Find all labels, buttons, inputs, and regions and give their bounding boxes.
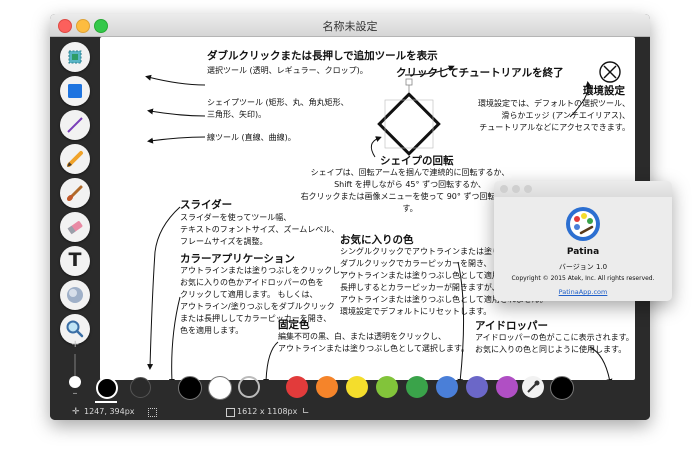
text-icon: T [68, 249, 82, 271]
select-icon [68, 50, 82, 64]
crosshair-icon: ✛ [72, 407, 80, 417]
slider-plus-icon[interactable]: + [71, 339, 79, 350]
canvas-size: 1612 x 1108px [237, 407, 298, 416]
fixed-transparent-swatch[interactable] [238, 376, 260, 398]
favorite-yellow-swatch[interactable] [346, 376, 368, 398]
eyedropper-heading: アイドロッパー [475, 320, 548, 332]
color-application-heading: カラーアプリケーション [180, 253, 295, 265]
line-icon [67, 117, 83, 133]
slider-description: スライダーを使ってツール幅、 テキストのフォントサイズ、ズームレベル、 フレーム… [180, 213, 340, 246]
brush-tool-button[interactable] [60, 178, 90, 208]
about-title-bar [494, 181, 672, 197]
eyedropper-button[interactable] [522, 376, 544, 398]
eyedropper-description: アイドロッパーの色がここに表示されます。 お気に入りの色と同じように使用します。 [475, 333, 634, 354]
cursor-position: 1247, 394px [84, 407, 135, 416]
rotate-description: シェイプは、回転アームを掴んで連続的に回転するか、 Shift を押しながら 4… [300, 168, 520, 213]
size-slider-knob[interactable] [69, 376, 81, 388]
select-tool-description: 選択ツール (透明、レギュラー、クロップ)。 [207, 66, 368, 75]
eyedropper-color-swatch[interactable] [550, 376, 574, 400]
slider-minus-icon[interactable]: – [71, 388, 79, 399]
about-minimize-button[interactable] [512, 185, 520, 193]
fixed-colors-heading: 固定色 [278, 319, 310, 331]
fixed-colors-description: 編集不可の黒、白、または透明をクリックし、 アウトラインまたは塗りつぶし色として… [278, 332, 470, 353]
favorite-green-swatch[interactable] [406, 376, 428, 398]
favorite-blue-swatch[interactable] [436, 376, 458, 398]
line-tool-description: 線ツール (直線、曲線)。 [207, 133, 296, 142]
about-close-button[interactable] [500, 185, 508, 193]
outline-selected-indicator [95, 401, 117, 403]
size-slider-track[interactable] [74, 354, 76, 376]
fixed-white-swatch[interactable] [208, 376, 232, 400]
angle-icon: ∟ [302, 407, 310, 417]
shape-tool-description: シェイプツール (矩形、丸、角丸矩形、 三角形、矢印)。 [207, 98, 349, 119]
rotate-heading: シェイプの回転 [380, 155, 454, 167]
slider-heading: スライダー [180, 199, 233, 211]
pencil-icon [67, 151, 83, 167]
favorite-purple-swatch[interactable] [496, 376, 518, 398]
shape-tool-button[interactable] [60, 76, 90, 106]
line-tool-button[interactable] [60, 110, 90, 140]
canvas-size-icon [226, 408, 235, 417]
outline-color-well[interactable] [96, 377, 118, 399]
settings-description: 環境設定では、デフォルトの選択ツール、 滑らかエッジ (アンチエイリアス)、 チ… [478, 99, 630, 132]
square-shape-icon [68, 84, 82, 98]
pencil-tool-button[interactable] [60, 144, 90, 174]
title-bar: 名称未設定 [50, 14, 650, 37]
status-bar: ✛ 1247, 394px 1612 x 1108px ∟ [50, 404, 650, 420]
favorite-orange-swatch[interactable] [316, 376, 338, 398]
about-app-name: Patina [566, 247, 600, 257]
tools-heading: ダブルクリックまたは長押しで追加ツールを表示 [207, 50, 438, 62]
select-tool-button[interactable] [60, 42, 90, 72]
rotated-square-shape [377, 78, 441, 156]
eraser-tool-button[interactable] [60, 212, 90, 242]
fixed-black-swatch[interactable] [178, 376, 202, 400]
text-tool-button[interactable]: T [60, 246, 90, 276]
selection-icon [148, 408, 157, 417]
patina-app-icon [566, 207, 600, 241]
close-tutorial-heading[interactable]: クリックしてチュートリアルを終了 [396, 65, 564, 80]
favorites-heading: お気に入りの色 [340, 234, 414, 246]
fill-color-well[interactable] [130, 377, 151, 398]
favorite-indigo-swatch[interactable] [466, 376, 488, 398]
about-zoom-button[interactable] [524, 185, 532, 193]
close-tutorial-icon [599, 61, 621, 83]
brush-icon [66, 185, 83, 202]
blur-icon [67, 287, 83, 303]
favorite-lime-swatch[interactable] [376, 376, 398, 398]
about-window: Patina バージョン 1.0 Copyright © 2015 Atek, … [494, 181, 672, 301]
favorite-red-swatch[interactable] [286, 376, 308, 398]
eyedropper-icon [527, 380, 540, 393]
window-title: 名称未設定 [322, 20, 378, 33]
about-copyright: Copyright © 2015 Atek, Inc. All rights r… [511, 275, 655, 282]
about-version: バージョン 1.0 [558, 263, 608, 271]
about-website-link[interactable]: PatinaApp.com [494, 288, 672, 296]
settings-heading: 環境設定 [583, 85, 625, 97]
color-application-description: アウトラインまたは塗りつぶしをクリックし、 お気に入りの色かアイドロッパーの色を… [180, 266, 349, 335]
blur-tool-button[interactable] [60, 280, 90, 310]
eraser-icon [67, 221, 83, 235]
